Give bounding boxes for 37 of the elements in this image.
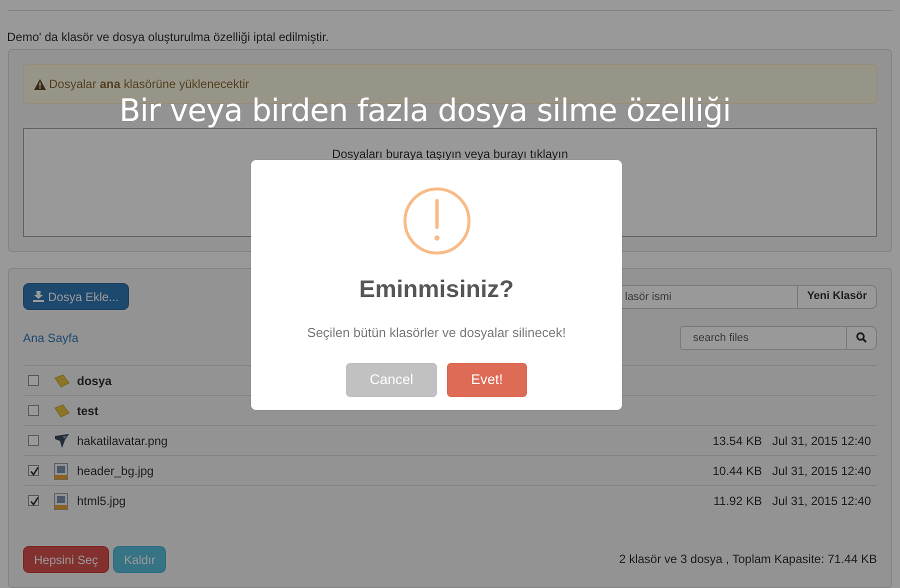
file-date: Jul 31, 2015 12:40 bbox=[772, 494, 871, 508]
file-size: 11.92 KB bbox=[714, 494, 762, 508]
warning-icon bbox=[34, 78, 46, 90]
new-folder-button[interactable]: Yeni Klasör bbox=[797, 284, 877, 308]
folder-name[interactable]: dosya bbox=[77, 374, 112, 388]
summary-text: 2 klasör ve 3 dosya , Toplam Kapasite: 71.44 KB bbox=[619, 551, 877, 568]
file-name[interactable]: header_bg.jpg bbox=[77, 464, 154, 478]
folder-name[interactable]: test bbox=[77, 404, 98, 418]
warning-icon bbox=[402, 187, 470, 255]
checkbox[interactable] bbox=[28, 435, 39, 446]
file-size: 10.44 KB bbox=[712, 464, 762, 478]
checkbox[interactable] bbox=[28, 495, 39, 506]
confirm-button[interactable]: Evet! bbox=[447, 362, 527, 396]
folder-icon bbox=[54, 374, 70, 388]
file-name[interactable]: html5.jpg bbox=[77, 494, 126, 508]
breadcrumb-link[interactable]: Ana Sayfa bbox=[23, 329, 78, 347]
image-file-icon bbox=[54, 492, 68, 510]
file-date: Jul 31, 2015 12:40 bbox=[772, 464, 871, 478]
checkbox[interactable] bbox=[28, 375, 39, 386]
select-all-button[interactable]: Hepsini Seç bbox=[23, 546, 110, 572]
file-name[interactable]: hakatilavatar.png bbox=[77, 434, 168, 448]
checkbox[interactable] bbox=[28, 465, 39, 476]
file-size: 13.54 KB bbox=[712, 434, 762, 448]
search-field[interactable]: search files bbox=[680, 326, 847, 350]
notice-text: Demo' da klasör ve dosya oluşturulma özelliği iptal edilmiştir. bbox=[7, 29, 330, 46]
checkbox[interactable] bbox=[28, 405, 39, 416]
caption-text: Bir veya birden fazla dosya silme özelliği bbox=[118, 92, 732, 131]
search-button[interactable] bbox=[846, 326, 877, 350]
file-date: Jul 31, 2015 12:40 bbox=[772, 434, 871, 448]
add-file-button[interactable]: Dosya Ekle... bbox=[23, 283, 129, 310]
image-file-icon bbox=[54, 462, 68, 480]
search-icon bbox=[856, 332, 867, 344]
dialog-message: Seçilen bütün klasörler ve dosyalar silinecek! bbox=[307, 324, 566, 342]
dropzone-text: Dosyaları buraya taşıyın veya burayı tıklayın bbox=[332, 147, 568, 161]
folder-icon bbox=[54, 404, 70, 418]
alert-text: Dosyalar ana klasörüne yüklenecektir bbox=[49, 76, 250, 93]
download-icon bbox=[33, 291, 44, 302]
